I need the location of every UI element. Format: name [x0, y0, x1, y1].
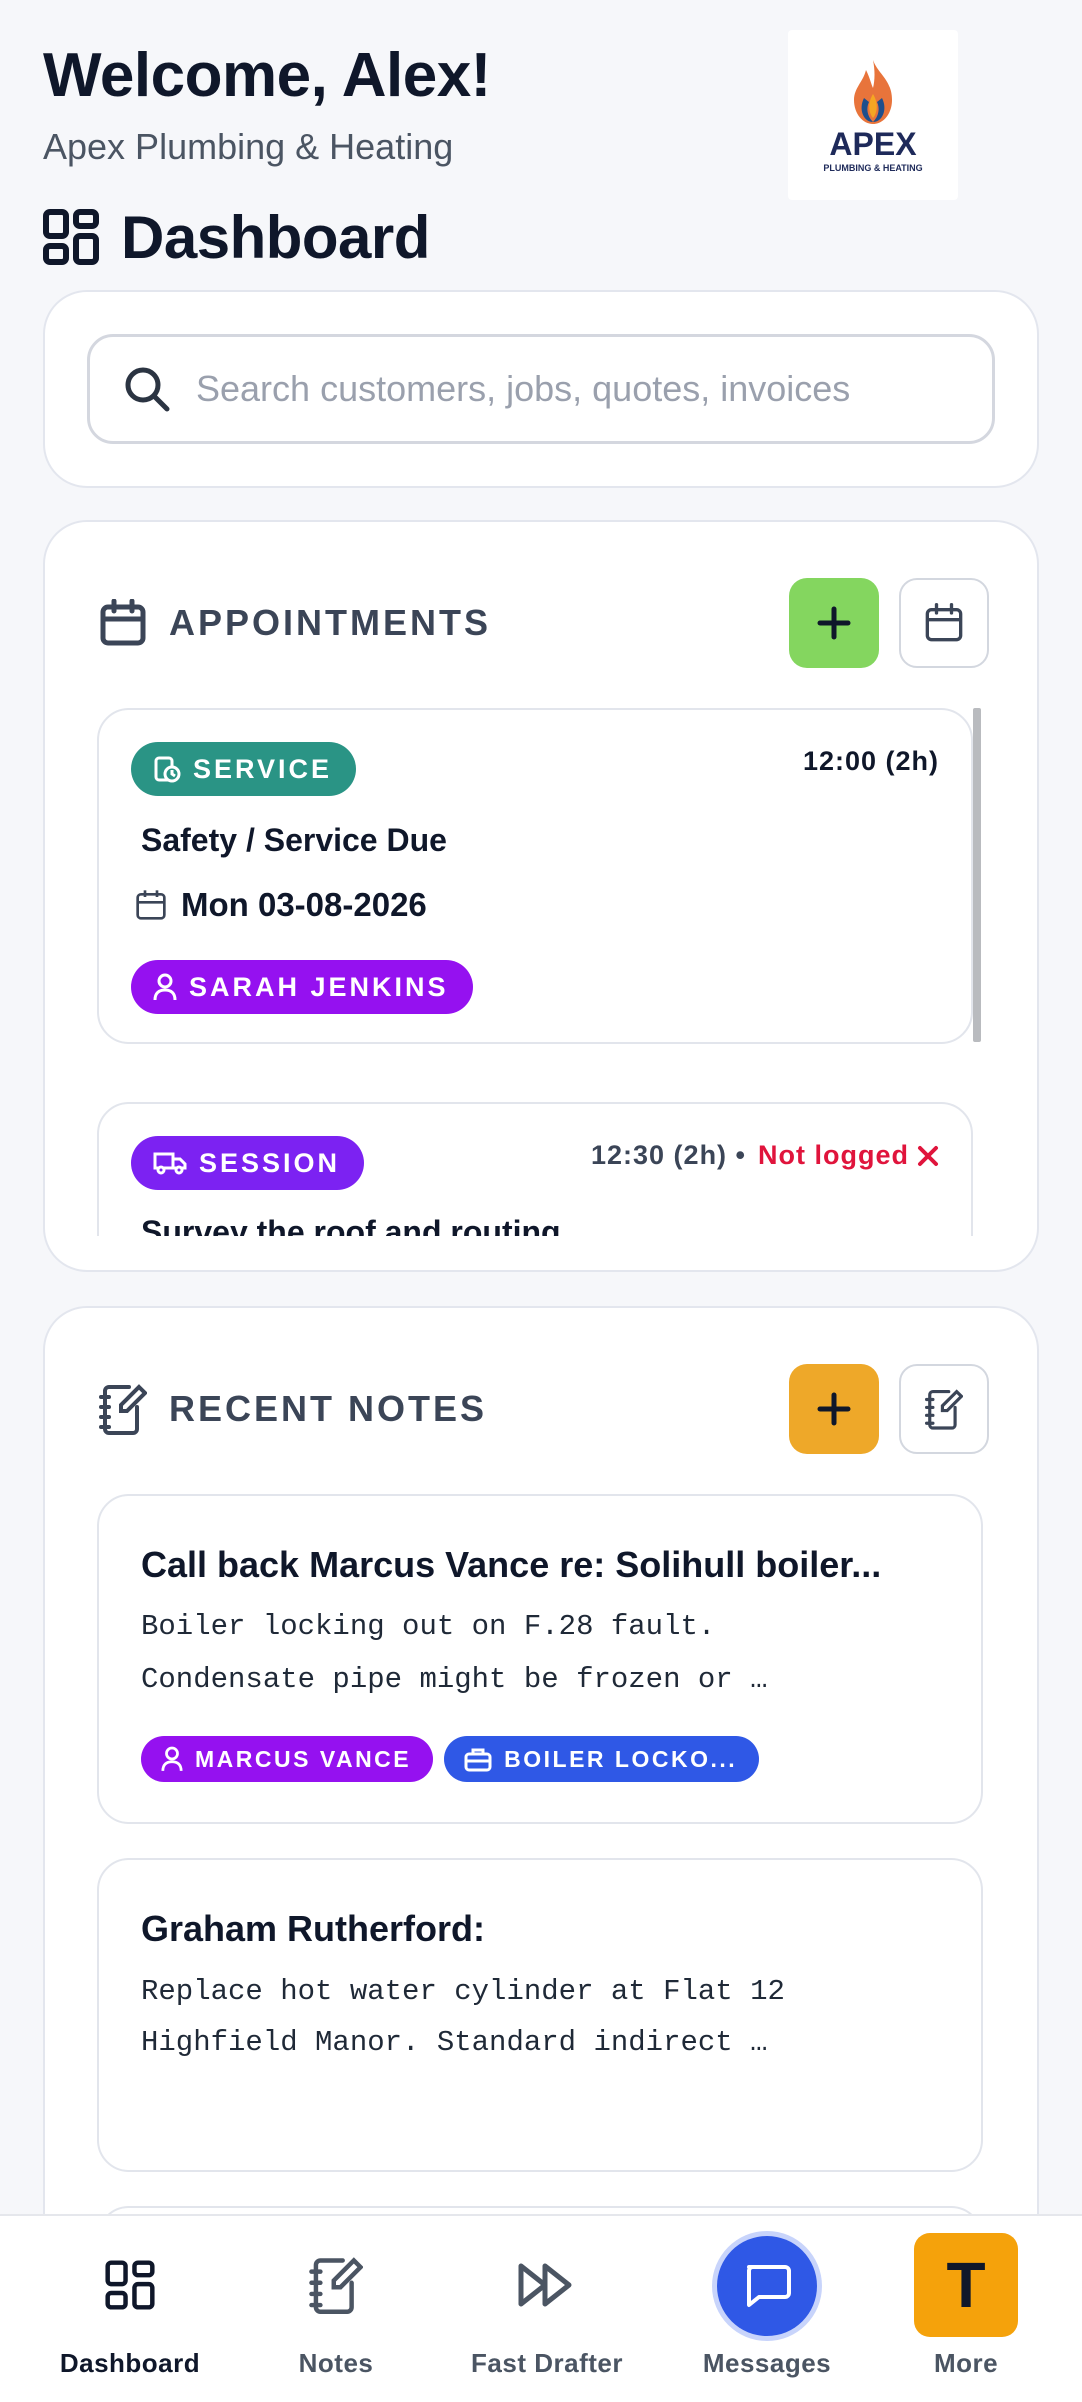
company-name: Apex Plumbing & Heating	[43, 126, 454, 167]
appointment-item[interactable]: SERVICE 12:00 (2h) Safety / Service Due …	[97, 708, 973, 1044]
user-icon	[153, 973, 177, 1001]
appointment-type-badge: SESSION	[131, 1136, 365, 1190]
plus-icon	[817, 606, 851, 640]
appointments-scrollbar[interactable]	[973, 708, 981, 1042]
appointments-card: APPOINTMENTS SERVICE 12:00 (2h) Safety /…	[43, 520, 1039, 1272]
x-icon	[918, 1145, 938, 1166]
notebook-pen-icon	[99, 1384, 147, 1435]
welcome-heading: Welcome, Alex!	[43, 41, 491, 110]
plus-icon	[817, 1392, 851, 1426]
logo-text: APEX	[829, 125, 917, 162]
dashboard-icon	[105, 2260, 155, 2310]
search-placeholder: Search customers, jobs, quotes, invoices	[196, 368, 851, 409]
appointments-header: APPOINTMENTS	[99, 578, 989, 668]
nav-label: Notes	[298, 2348, 374, 2378]
log-status: Not logged	[758, 1140, 909, 1170]
appointments-list[interactable]: SERVICE 12:00 (2h) Safety / Service Due …	[97, 706, 1029, 1236]
toolbox-icon	[464, 1748, 492, 1772]
notes-icon	[309, 2257, 363, 2314]
add-note-button[interactable]	[789, 1364, 879, 1454]
appointment-time: 12:00 (2h)	[802, 746, 939, 776]
job-tag[interactable]: BOILER LOCKO...	[444, 1736, 760, 1782]
logo-subtext: PLUMBING & HEATING	[823, 162, 923, 173]
nav-notes[interactable]: Notes	[226, 2216, 446, 2402]
fast-forward-icon	[518, 2263, 572, 2307]
calendar-view-button[interactable]	[899, 578, 989, 668]
notes-header: RECENT NOTES	[99, 1364, 989, 1454]
van-icon	[153, 1152, 187, 1175]
nav-label: Messages	[702, 2348, 832, 2378]
note-body: Boiler locking out on F.28 fault. Conden…	[141, 1610, 768, 1696]
appointment-date: Mon 03-08-2026	[135, 886, 427, 924]
avatar[interactable]: T	[914, 2233, 1018, 2337]
search-input[interactable]: Search customers, jobs, quotes, invoices	[87, 334, 995, 444]
company-logo: APEX PLUMBING & HEATING	[788, 30, 958, 200]
note-body: Replace hot water cylinder at Flat 12 Hi…	[141, 1975, 785, 2059]
appointment-type-badge: SERVICE	[131, 742, 357, 796]
flame-logo-icon	[854, 59, 892, 124]
customer-badge[interactable]: SARAH JENKINS	[131, 960, 473, 1014]
add-appointment-button[interactable]	[789, 578, 879, 668]
calendar-icon	[925, 603, 963, 642]
note-item[interactable]: Graham Rutherford: Replace hot water cyl…	[97, 1858, 983, 2172]
appointment-item[interactable]: SESSION 12:30 (2h) • Not logged Survey t…	[97, 1102, 973, 1236]
notebook-pen-icon	[925, 1389, 963, 1430]
note-tags: MARCUS VANCE BOILER LOCKO...	[141, 1736, 770, 1782]
calendar-icon	[100, 599, 146, 646]
appointment-title: Survey the roof and routing	[141, 1214, 561, 1236]
user-icon	[161, 1746, 183, 1772]
note-title: Graham Rutherford:	[141, 1908, 486, 1949]
notes-title: RECENT NOTES	[169, 1388, 488, 1429]
page-title: Dashboard	[43, 202, 430, 272]
message-icon	[747, 2265, 791, 2307]
search-icon	[125, 367, 170, 412]
clipboard-clock-icon	[154, 756, 181, 783]
nav-label: Dashboard	[59, 2348, 201, 2378]
calendar-icon	[136, 890, 166, 920]
nav-label: More	[933, 2348, 999, 2378]
header: Welcome, Alex! Apex Plumbing & Heating A…	[43, 30, 1039, 200]
note-title: Call back Marcus Vance re: Solihull boil…	[141, 1544, 882, 1585]
appointment-time: 12:30 (2h) • Not logged	[591, 1140, 939, 1171]
dashboard-icon	[43, 209, 99, 265]
nav-label: Fast Drafter	[471, 2348, 623, 2378]
nav-messages[interactable]: Messages	[657, 2216, 877, 2402]
notes-view-button[interactable]	[899, 1364, 989, 1454]
customer-tag[interactable]: MARCUS VANCE	[141, 1736, 434, 1782]
messages-button[interactable]	[717, 2236, 817, 2336]
search-card: Search customers, jobs, quotes, invoices	[43, 290, 1039, 488]
bottom-navigation: Dashboard Notes Fast Drafter Messages T …	[0, 2214, 1082, 2402]
appointments-title: APPOINTMENTS	[169, 602, 492, 643]
nav-fast-drafter[interactable]: Fast Drafter	[437, 2216, 657, 2402]
note-item[interactable]: Call back Marcus Vance re: Solihull boil…	[97, 1494, 983, 1824]
page-title-text: Dashboard	[121, 203, 430, 271]
nav-more[interactable]: T More	[856, 2216, 1076, 2402]
appointment-title: Safety / Service Due	[141, 822, 447, 858]
nav-dashboard[interactable]: Dashboard	[20, 2216, 240, 2402]
